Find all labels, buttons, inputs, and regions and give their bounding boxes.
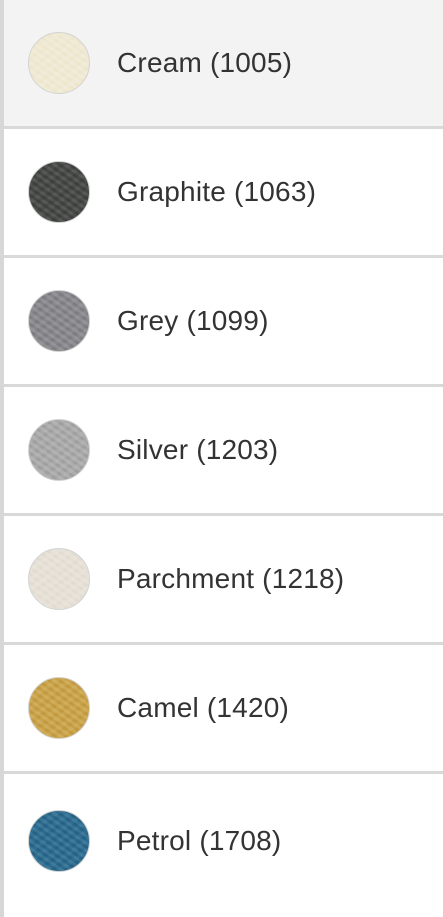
- yarn-swatch-cream: [28, 32, 90, 94]
- color-option-label: Petrol (1708): [117, 825, 282, 856]
- color-option-label: Camel (1420): [117, 692, 290, 723]
- color-option-label: Cream (1005): [117, 47, 293, 78]
- color-option-camel[interactable]: Camel (1420): [4, 645, 443, 774]
- yarn-swatch-grey: [28, 290, 90, 352]
- color-option-label: Parchment (1218): [117, 563, 345, 594]
- color-option-silver[interactable]: Silver (1203): [4, 387, 443, 516]
- color-option-grey[interactable]: Grey (1099): [4, 258, 443, 387]
- color-option-label: Graphite (1063): [117, 176, 317, 207]
- yarn-swatch-graphite: [28, 161, 90, 223]
- color-option-petrol[interactable]: Petrol (1708): [4, 774, 443, 908]
- color-option-label: Silver (1203): [117, 434, 279, 465]
- color-option-list: Cream (1005) Graphite (1063) Grey (1099)…: [0, 0, 443, 917]
- yarn-swatch-petrol: [28, 810, 90, 872]
- yarn-swatch-parchment: [28, 548, 90, 610]
- color-option-parchment[interactable]: Parchment (1218): [4, 516, 443, 645]
- color-option-label: Grey (1099): [117, 305, 269, 336]
- yarn-swatch-silver: [28, 419, 90, 481]
- yarn-swatch-camel: [28, 677, 90, 739]
- color-option-graphite[interactable]: Graphite (1063): [4, 129, 443, 258]
- color-option-cream[interactable]: Cream (1005): [4, 0, 443, 129]
